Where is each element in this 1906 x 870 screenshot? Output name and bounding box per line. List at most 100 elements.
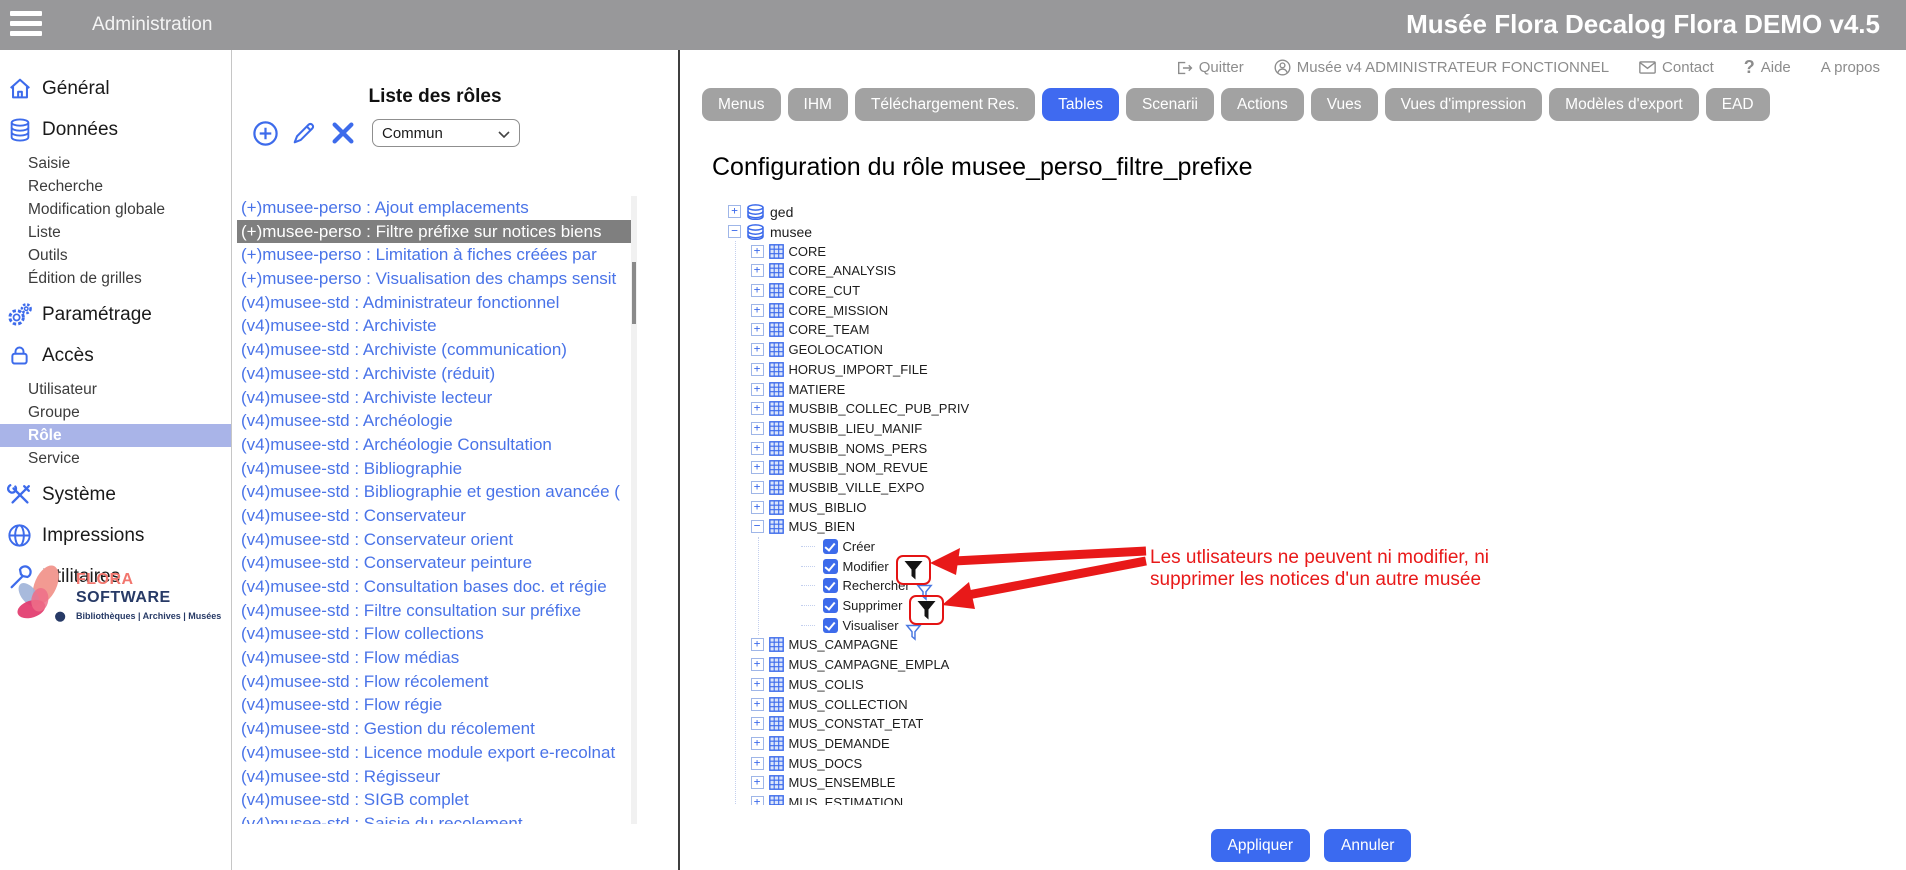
add-role-button[interactable] (251, 119, 279, 147)
expand-toggle-icon[interactable]: + (751, 442, 764, 455)
sidebar-section-g-n-ral[interactable]: Général (0, 68, 231, 109)
tab-menus[interactable]: Menus (702, 88, 781, 121)
role-list-item[interactable]: (v4)musee-std : Flow récolement (237, 670, 637, 694)
role-list-item[interactable]: (v4)musee-std : Archiviste lecteur (237, 386, 637, 410)
filter-funnel-icon[interactable] (902, 558, 925, 583)
tree-node-label[interactable]: MUSBIB_NOMS_PERS (789, 441, 928, 456)
header-link-a[interactable]: A propos (1821, 59, 1880, 76)
filter-funnel-icon[interactable] (915, 598, 938, 623)
tab-vues[interactable]: Vues (1311, 88, 1378, 121)
tab-mod-les-d-export[interactable]: Modèles d'export (1549, 88, 1699, 121)
tab-t-l-chargement-res[interactable]: Téléchargement Res. (855, 88, 1035, 121)
role-list-item[interactable]: (+)musee-perso : Filtre préfixe sur noti… (237, 220, 637, 244)
tree-node-label[interactable]: HORUS_IMPORT_FILE (789, 362, 928, 377)
sidebar-section-impressions[interactable]: Impressions (0, 515, 231, 556)
role-list-item[interactable]: (v4)musee-std : Flow collections (237, 622, 637, 646)
header-link-mus-e[interactable]: Musée v4 ADMINISTRATEUR FONCTIONNEL (1274, 59, 1609, 76)
expand-toggle-icon[interactable]: + (751, 304, 764, 317)
tree-node-label[interactable]: MUS_BIBLIO (789, 500, 867, 515)
checkbox-visualiser[interactable] (823, 618, 838, 633)
sidebar-section-donn-es[interactable]: Données (0, 109, 231, 150)
sidebar-section-acc-s[interactable]: Accès (0, 335, 231, 376)
role-list-item[interactable]: (v4)musee-std : Bibliographie (237, 457, 637, 481)
sidebar-item-liste[interactable]: Liste (0, 221, 231, 244)
edit-role-button[interactable] (290, 119, 318, 147)
tree-node-label[interactable]: MUS_CAMPAGNE (789, 637, 899, 652)
role-list-item[interactable]: (+)musee-perso : Ajout emplacements (237, 196, 637, 220)
header-link-aide[interactable]: ?Aide (1744, 57, 1791, 78)
role-list-item[interactable]: (v4)musee-std : Administrateur fonctionn… (237, 291, 637, 315)
expand-toggle-icon[interactable]: + (751, 461, 764, 474)
role-list-item[interactable]: (v4)musee-std : Bibliographie et gestion… (237, 480, 637, 504)
role-list-item[interactable]: (v4)musee-std : Consultation bases doc. … (237, 575, 637, 599)
tree-node-label[interactable]: MUSBIB_NOM_REVUE (789, 460, 928, 475)
checkbox-modifier[interactable] (823, 559, 838, 574)
role-filter-dropdown[interactable]: Commun (372, 119, 520, 147)
checkbox-cr-er[interactable] (823, 539, 838, 554)
tab-actions[interactable]: Actions (1221, 88, 1304, 121)
cancel-button[interactable]: Annuler (1324, 829, 1411, 862)
collapse-toggle-icon[interactable]: − (751, 520, 764, 533)
expand-toggle-icon[interactable]: + (751, 638, 764, 651)
tree-node-label[interactable]: MUS_DEMANDE (789, 736, 890, 751)
tree-node-label[interactable]: musee (770, 224, 812, 240)
tree-node-label[interactable]: CORE_CUT (789, 283, 861, 298)
role-list-item[interactable]: (v4)musee-std : Archiviste (communicatio… (237, 338, 637, 362)
tab-ead[interactable]: EAD (1706, 88, 1770, 121)
roles-scrollbar[interactable] (631, 196, 637, 824)
role-list-item[interactable]: (v4)musee-std : Conservateur orient (237, 528, 637, 552)
tree-node-label[interactable]: MATIERE (789, 382, 846, 397)
role-list-item[interactable]: (v4)musee-std : Flow médias (237, 646, 637, 670)
tree-node-label[interactable]: MUSBIB_LIEU_MANIF (789, 421, 923, 436)
filter-funnel-outline-icon[interactable] (905, 623, 922, 642)
expand-toggle-icon[interactable]: + (751, 658, 764, 671)
sidebar-item-saisie[interactable]: Saisie (0, 152, 231, 175)
expand-toggle-icon[interactable]: + (751, 383, 764, 396)
tree-node-label[interactable]: MUS_CONSTAT_ETAT (789, 716, 924, 731)
apply-button[interactable]: Appliquer (1211, 829, 1311, 862)
role-list-item[interactable]: (v4)musee-std : Filtre consultation sur … (237, 599, 637, 623)
role-list-item[interactable]: (v4)musee-std : Régisseur (237, 765, 637, 789)
expand-toggle-icon[interactable]: + (751, 481, 764, 494)
tab-ihm[interactable]: IHM (788, 88, 848, 121)
role-list-item[interactable]: (v4)musee-std : Archéologie Consultation (237, 433, 637, 457)
expand-toggle-icon[interactable]: + (751, 796, 764, 805)
checkbox-rechercher[interactable] (823, 578, 838, 593)
role-list-item[interactable]: (+)musee-perso : Limitation à fiches cré… (237, 243, 637, 267)
expand-toggle-icon[interactable]: + (751, 717, 764, 730)
tree-node-label[interactable]: MUSBIB_VILLE_EXPO (789, 480, 925, 495)
expand-toggle-icon[interactable]: + (751, 343, 764, 356)
tree-node-label[interactable]: CORE_MISSION (789, 303, 889, 318)
role-list-item[interactable]: (v4)musee-std : Archéologie (237, 409, 637, 433)
role-list-item[interactable]: (v4)musee-std : SIGB complet (237, 788, 637, 812)
role-list-item[interactable]: (v4)musee-std : Flow régie (237, 693, 637, 717)
tree-node-label[interactable]: MUS_CAMPAGNE_EMPLA (789, 657, 950, 672)
sidebar-item-modification-globale[interactable]: Modification globale (0, 198, 231, 221)
collapse-toggle-icon[interactable]: − (728, 225, 741, 238)
tab-tables[interactable]: Tables (1042, 88, 1119, 121)
sidebar-item-service[interactable]: Service (0, 447, 231, 470)
expand-toggle-icon[interactable]: + (751, 776, 764, 789)
delete-role-button[interactable] (329, 119, 357, 147)
sidebar-item-outils[interactable]: Outils (0, 244, 231, 267)
expand-toggle-icon[interactable]: + (751, 757, 764, 770)
tab-scenarii[interactable]: Scenarii (1126, 88, 1214, 121)
tree-node-label[interactable]: ged (770, 204, 793, 220)
sidebar-item-dition-de-grilles[interactable]: Édition de grilles (0, 267, 231, 290)
expand-toggle-icon[interactable]: + (751, 422, 764, 435)
expand-toggle-icon[interactable]: + (751, 264, 764, 277)
sidebar-item-utilisateur[interactable]: Utilisateur (0, 378, 231, 401)
expand-toggle-icon[interactable]: + (751, 678, 764, 691)
expand-toggle-icon[interactable]: + (751, 363, 764, 376)
expand-toggle-icon[interactable]: + (751, 402, 764, 415)
role-list-item[interactable]: (v4)musee-std : Licence module export e-… (237, 741, 637, 765)
role-list-item[interactable]: (v4)musee-std : Gestion du récolement (237, 717, 637, 741)
tree-node-label[interactable]: CORE_TEAM (789, 322, 870, 337)
role-list-item[interactable]: (v4)musee-std : Archiviste (237, 314, 637, 338)
checkbox-supprimer[interactable] (823, 598, 838, 613)
role-list-item[interactable]: (v4)musee-std : Saisie du recolement (237, 812, 637, 824)
header-link-quitter[interactable]: Quitter (1176, 59, 1244, 76)
role-list-item[interactable]: (v4)musee-std : Conservateur (237, 504, 637, 528)
tree-node-label[interactable]: MUS_COLLECTION (789, 697, 908, 712)
expand-toggle-icon[interactable]: + (751, 698, 764, 711)
